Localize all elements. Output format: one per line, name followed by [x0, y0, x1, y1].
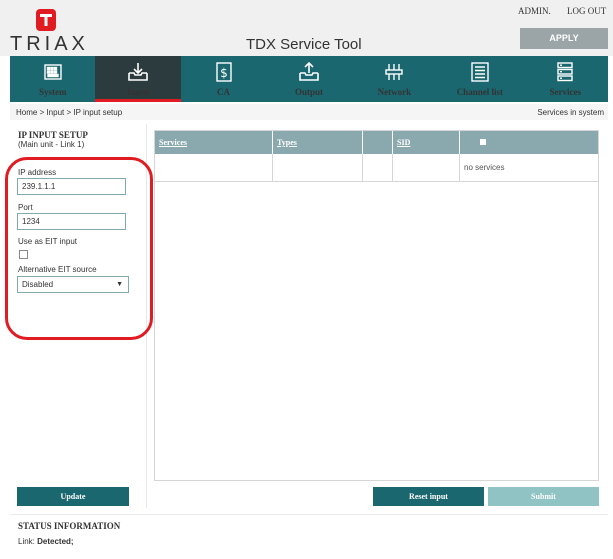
section-title: IP INPUT SETUP — [18, 130, 88, 140]
section-subtitle: (Main unit - Link 1) — [18, 140, 85, 149]
main-nav: System Input $ CA Output Network Channel… — [10, 56, 608, 102]
status-link-line: Link: Detected; — [18, 537, 74, 546]
nav-label: Input — [127, 87, 149, 97]
status-title: STATUS INFORMATION — [18, 521, 121, 531]
input-tray-icon — [127, 62, 149, 87]
nav-item-system[interactable]: System — [10, 56, 95, 102]
nav-item-input[interactable]: Input — [95, 56, 182, 102]
no-services-text: no services — [464, 163, 505, 172]
nav-label: Services — [549, 87, 581, 97]
status-link-label: Link: — [18, 537, 35, 546]
nav-label: Output — [294, 87, 323, 97]
table-cell — [155, 154, 273, 181]
nav-label: Network — [377, 87, 412, 97]
keyboard-icon — [43, 62, 63, 87]
table-cell — [273, 154, 363, 181]
nav-item-network[interactable]: Network — [352, 56, 437, 102]
column-header-sid[interactable]: SID — [393, 131, 460, 154]
breadcrumb-bar: Home > Input > IP input setup Services i… — [10, 104, 608, 120]
nav-label: System — [38, 87, 67, 97]
column-header-types[interactable]: Types — [273, 131, 363, 154]
output-tray-icon — [298, 61, 320, 87]
breadcrumb[interactable]: Home > Input > IP input setup — [16, 108, 122, 117]
services-in-system-link[interactable]: Services in system — [537, 108, 604, 117]
table-cell — [393, 154, 460, 181]
list-icon — [470, 62, 490, 87]
column-header-blank — [363, 131, 393, 154]
update-button[interactable]: Update — [17, 487, 129, 506]
table-cell — [363, 154, 393, 181]
reset-input-button[interactable]: Reset input — [373, 487, 484, 506]
nav-item-services[interactable]: Services — [523, 56, 608, 102]
table-row: no services — [155, 154, 598, 182]
status-link-value: Detected; — [37, 537, 74, 546]
nav-item-ca[interactable]: $ CA — [181, 56, 266, 102]
submit-button[interactable]: Submit — [488, 487, 599, 506]
nav-label: Channel list — [456, 87, 503, 97]
logout-link[interactable]: LOG OUT — [567, 6, 606, 16]
nav-item-channel-list[interactable]: Channel list — [437, 56, 522, 102]
admin-link[interactable]: ADMIN. — [518, 6, 551, 16]
apply-button[interactable]: APPLY — [520, 28, 608, 49]
services-table: Services Types SID no services — [154, 130, 599, 481]
select-all-cell — [460, 131, 598, 154]
brand-logo: TRIAX — [10, 33, 89, 55]
top-bar: TRIAX TDX Service Tool ADMIN. LOG OUT AP… — [0, 0, 613, 56]
nav-item-output[interactable]: Output — [266, 56, 351, 102]
table-header: Services Types SID — [155, 131, 598, 154]
dollar-card-icon: $ — [214, 62, 234, 87]
nav-label: CA — [217, 87, 231, 97]
services-icon — [555, 62, 575, 87]
triax-logo-icon — [36, 9, 56, 31]
svg-text:$: $ — [220, 66, 228, 80]
network-icon — [383, 62, 405, 87]
select-all-checkbox[interactable] — [480, 139, 486, 145]
app-title: TDX Service Tool — [246, 36, 362, 53]
column-header-services[interactable]: Services — [155, 131, 273, 154]
highlight-annotation — [5, 157, 153, 340]
